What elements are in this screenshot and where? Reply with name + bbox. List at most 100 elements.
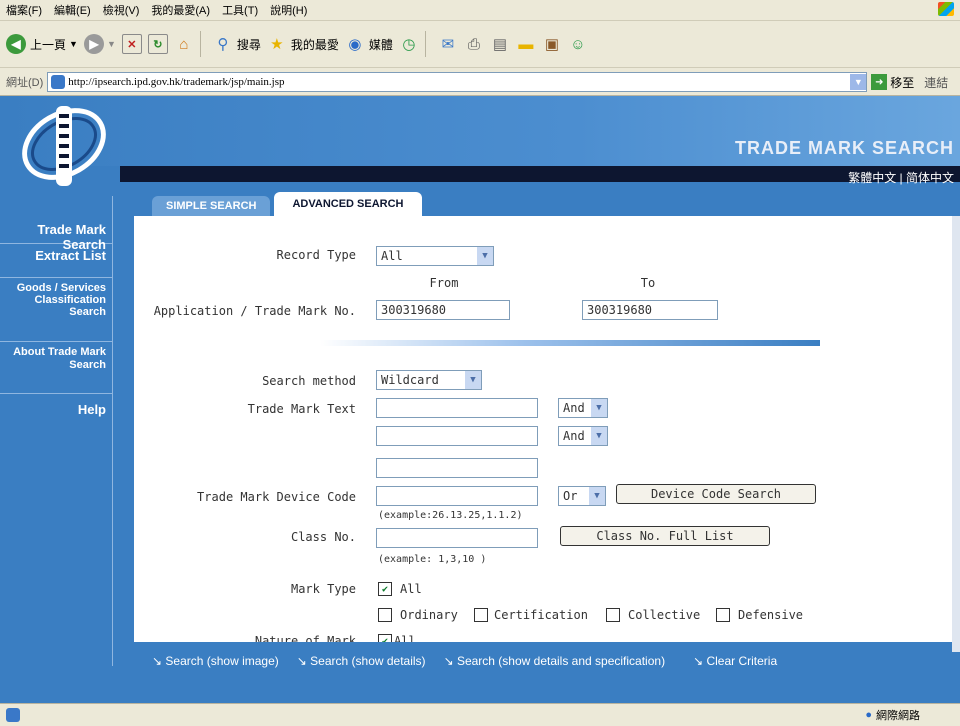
menu-favorites[interactable]: 我的最愛(A) bbox=[145, 2, 216, 18]
content-scrollbar[interactable] bbox=[952, 216, 960, 652]
back-dropdown-icon[interactable]: ▼ bbox=[69, 39, 78, 49]
menu-edit[interactable]: 編輯(E) bbox=[48, 2, 97, 18]
ordinary-checkbox[interactable] bbox=[378, 608, 392, 622]
sidebar-item-classification-search[interactable]: Goods / Services Classification Search bbox=[0, 278, 112, 342]
menu-bar: 檔案(F) 編輯(E) 檢視(V) 我的最愛(A) 工具(T) 說明(H) bbox=[0, 0, 960, 21]
text-operator-select-1[interactable]: And ▼ bbox=[558, 398, 608, 418]
sidebar-item-trade-mark-search[interactable]: Trade Mark Search bbox=[0, 196, 112, 252]
zone-label: 網際網路 bbox=[876, 710, 920, 722]
tab-simple-search[interactable]: SIMPLE SEARCH bbox=[152, 196, 271, 216]
search-label: 搜尋 bbox=[236, 37, 261, 52]
device-code-search-button[interactable]: Device Code Search bbox=[616, 484, 816, 504]
application-to-input[interactable]: 300319680 bbox=[582, 300, 718, 320]
text-operator-select-2[interactable]: And ▼ bbox=[558, 426, 608, 446]
sidebar: Trade Mark Search Extract List Goods / S… bbox=[0, 196, 113, 666]
clear-criteria-label: Clear Criteria bbox=[706, 654, 778, 668]
collective-label: Collective bbox=[628, 608, 701, 622]
browser-window: 檔案(F) 編輯(E) 檢視(V) 我的最愛(A) 工具(T) 說明(H) ◀ … bbox=[0, 0, 960, 726]
folder-icon: ▬ bbox=[518, 35, 534, 53]
brand-title: TRADE MARK SEARCH bbox=[735, 138, 954, 158]
menu-help[interactable]: 說明(H) bbox=[264, 2, 313, 18]
print-button[interactable]: ⎙ bbox=[464, 34, 484, 54]
record-type-select[interactable]: All ▼ bbox=[376, 246, 494, 266]
device-code-hint: (example:26.13.25,1.1.2) bbox=[378, 510, 523, 521]
windows-logo-icon bbox=[938, 2, 954, 16]
clear-criteria-link[interactable]: ↘ Clear Criteria bbox=[693, 654, 777, 668]
chevron-down-icon: ▼ bbox=[589, 487, 605, 505]
class-full-list-button[interactable]: Class No. Full List bbox=[560, 526, 770, 546]
nature-all-checkbox[interactable]: ✔ bbox=[378, 634, 392, 642]
application-from-input[interactable]: 300319680 bbox=[376, 300, 510, 320]
menu-tools[interactable]: 工具(T) bbox=[216, 2, 264, 18]
media-button[interactable]: ◉ 媒體 bbox=[345, 34, 393, 54]
search-show-spec-label: Search (show details and specification) bbox=[456, 654, 666, 668]
collective-checkbox[interactable] bbox=[606, 608, 620, 622]
home-button[interactable]: ⌂ bbox=[174, 34, 194, 54]
certification-label: Certification bbox=[494, 608, 588, 622]
device-code-label: Trade Mark Device Code bbox=[197, 490, 356, 504]
search-icon: ⚲ bbox=[217, 36, 229, 53]
history-icon: ◷ bbox=[402, 36, 416, 53]
menu-view[interactable]: 檢視(V) bbox=[97, 2, 146, 18]
class-number-input[interactable] bbox=[376, 528, 538, 548]
chevron-down-icon: ▼ bbox=[477, 247, 493, 265]
tab-advanced-search[interactable]: ADVANCED SEARCH bbox=[274, 192, 422, 216]
trade-mark-text-input-1[interactable] bbox=[376, 398, 538, 418]
header-black-bar bbox=[120, 166, 960, 182]
search-show-image-link[interactable]: ↘ Search (show image) bbox=[152, 654, 279, 668]
research-button[interactable]: ▣ bbox=[542, 34, 562, 54]
operator-value-1: And bbox=[563, 401, 585, 415]
search-tabs: SIMPLE SEARCH ADVANCED SEARCH bbox=[152, 190, 422, 216]
address-input[interactable]: http://ipsearch.ipd.gov.hk/trademark/jsp… bbox=[47, 72, 868, 92]
search-method-select[interactable]: Wildcard ▼ bbox=[376, 370, 482, 390]
home-icon: ⌂ bbox=[179, 35, 189, 53]
forward-dropdown-icon[interactable]: ▼ bbox=[107, 39, 116, 49]
back-button[interactable]: ◀ 上一頁 ▼ bbox=[6, 34, 78, 54]
go-button[interactable]: ➜ 移至 bbox=[871, 74, 914, 91]
favorites-button[interactable]: ★ 我的最愛 bbox=[267, 34, 339, 54]
device-operator-select[interactable]: Or ▼ bbox=[558, 486, 606, 506]
search-method-label: Search method bbox=[262, 374, 356, 388]
defensive-checkbox[interactable] bbox=[716, 608, 730, 622]
messenger-button[interactable]: ☺ bbox=[568, 34, 588, 54]
forward-button[interactable]: ▶ ▼ bbox=[83, 34, 116, 54]
class-number-hint: (example: 1,3,10 ) bbox=[378, 554, 487, 565]
history-button[interactable]: ◷ bbox=[399, 34, 419, 54]
back-label: 上一頁 bbox=[30, 37, 67, 52]
mark-type-all-label: All bbox=[400, 582, 422, 596]
refresh-button[interactable]: ↻ bbox=[147, 34, 168, 54]
chevron-down-icon: ▼ bbox=[591, 427, 607, 445]
menu-file[interactable]: 檔案(F) bbox=[0, 2, 48, 18]
language-links[interactable]: 繁體中文 | 简体中文 bbox=[848, 169, 954, 186]
mark-type-all-checkbox[interactable]: ✔ bbox=[378, 582, 392, 596]
toolbar-separator-2 bbox=[424, 31, 426, 57]
refresh-icon: ↻ bbox=[147, 34, 168, 54]
trade-mark-text-input-2[interactable] bbox=[376, 426, 538, 446]
to-label: To bbox=[640, 276, 656, 290]
chevron-down-icon: ▼ bbox=[465, 371, 481, 389]
device-code-input[interactable] bbox=[376, 486, 538, 506]
record-type-label: Record Type bbox=[276, 248, 356, 262]
edit-button[interactable]: ▤ bbox=[490, 34, 510, 54]
sidebar-item-extract-list[interactable]: Extract List bbox=[0, 244, 112, 278]
search-show-spec-link[interactable]: ↘ Search (show details and specification… bbox=[444, 654, 666, 668]
search-button[interactable]: ⚲ 搜尋 bbox=[213, 34, 261, 54]
address-dropdown-icon[interactable]: ▼ bbox=[850, 74, 867, 90]
forward-arrow-icon: ▶ bbox=[83, 34, 104, 54]
search-show-details-link[interactable]: ↘ Search (show details) bbox=[297, 654, 426, 668]
stop-button[interactable]: ✕ bbox=[121, 34, 142, 54]
mail-button[interactable]: ✉ bbox=[438, 34, 458, 54]
trade-mark-text-label: Trade Mark Text bbox=[247, 402, 356, 416]
trade-mark-text-input-3[interactable] bbox=[376, 458, 538, 478]
search-method-value: Wildcard bbox=[381, 373, 439, 387]
address-url: http://ipsearch.ipd.gov.hk/trademark/jsp… bbox=[68, 76, 285, 88]
edit-icon: ▤ bbox=[492, 36, 507, 53]
sidebar-item-about[interactable]: About Trade Mark Search bbox=[0, 342, 112, 394]
folder-button[interactable]: ▬ bbox=[516, 34, 536, 54]
messenger-icon: ☺ bbox=[570, 35, 586, 53]
class-number-label: Class No. bbox=[290, 530, 356, 544]
favorites-label: 我的最愛 bbox=[290, 37, 339, 52]
sidebar-item-help[interactable]: Help bbox=[0, 394, 112, 424]
links-label[interactable]: 連結 bbox=[924, 74, 948, 91]
certification-checkbox[interactable] bbox=[474, 608, 488, 622]
